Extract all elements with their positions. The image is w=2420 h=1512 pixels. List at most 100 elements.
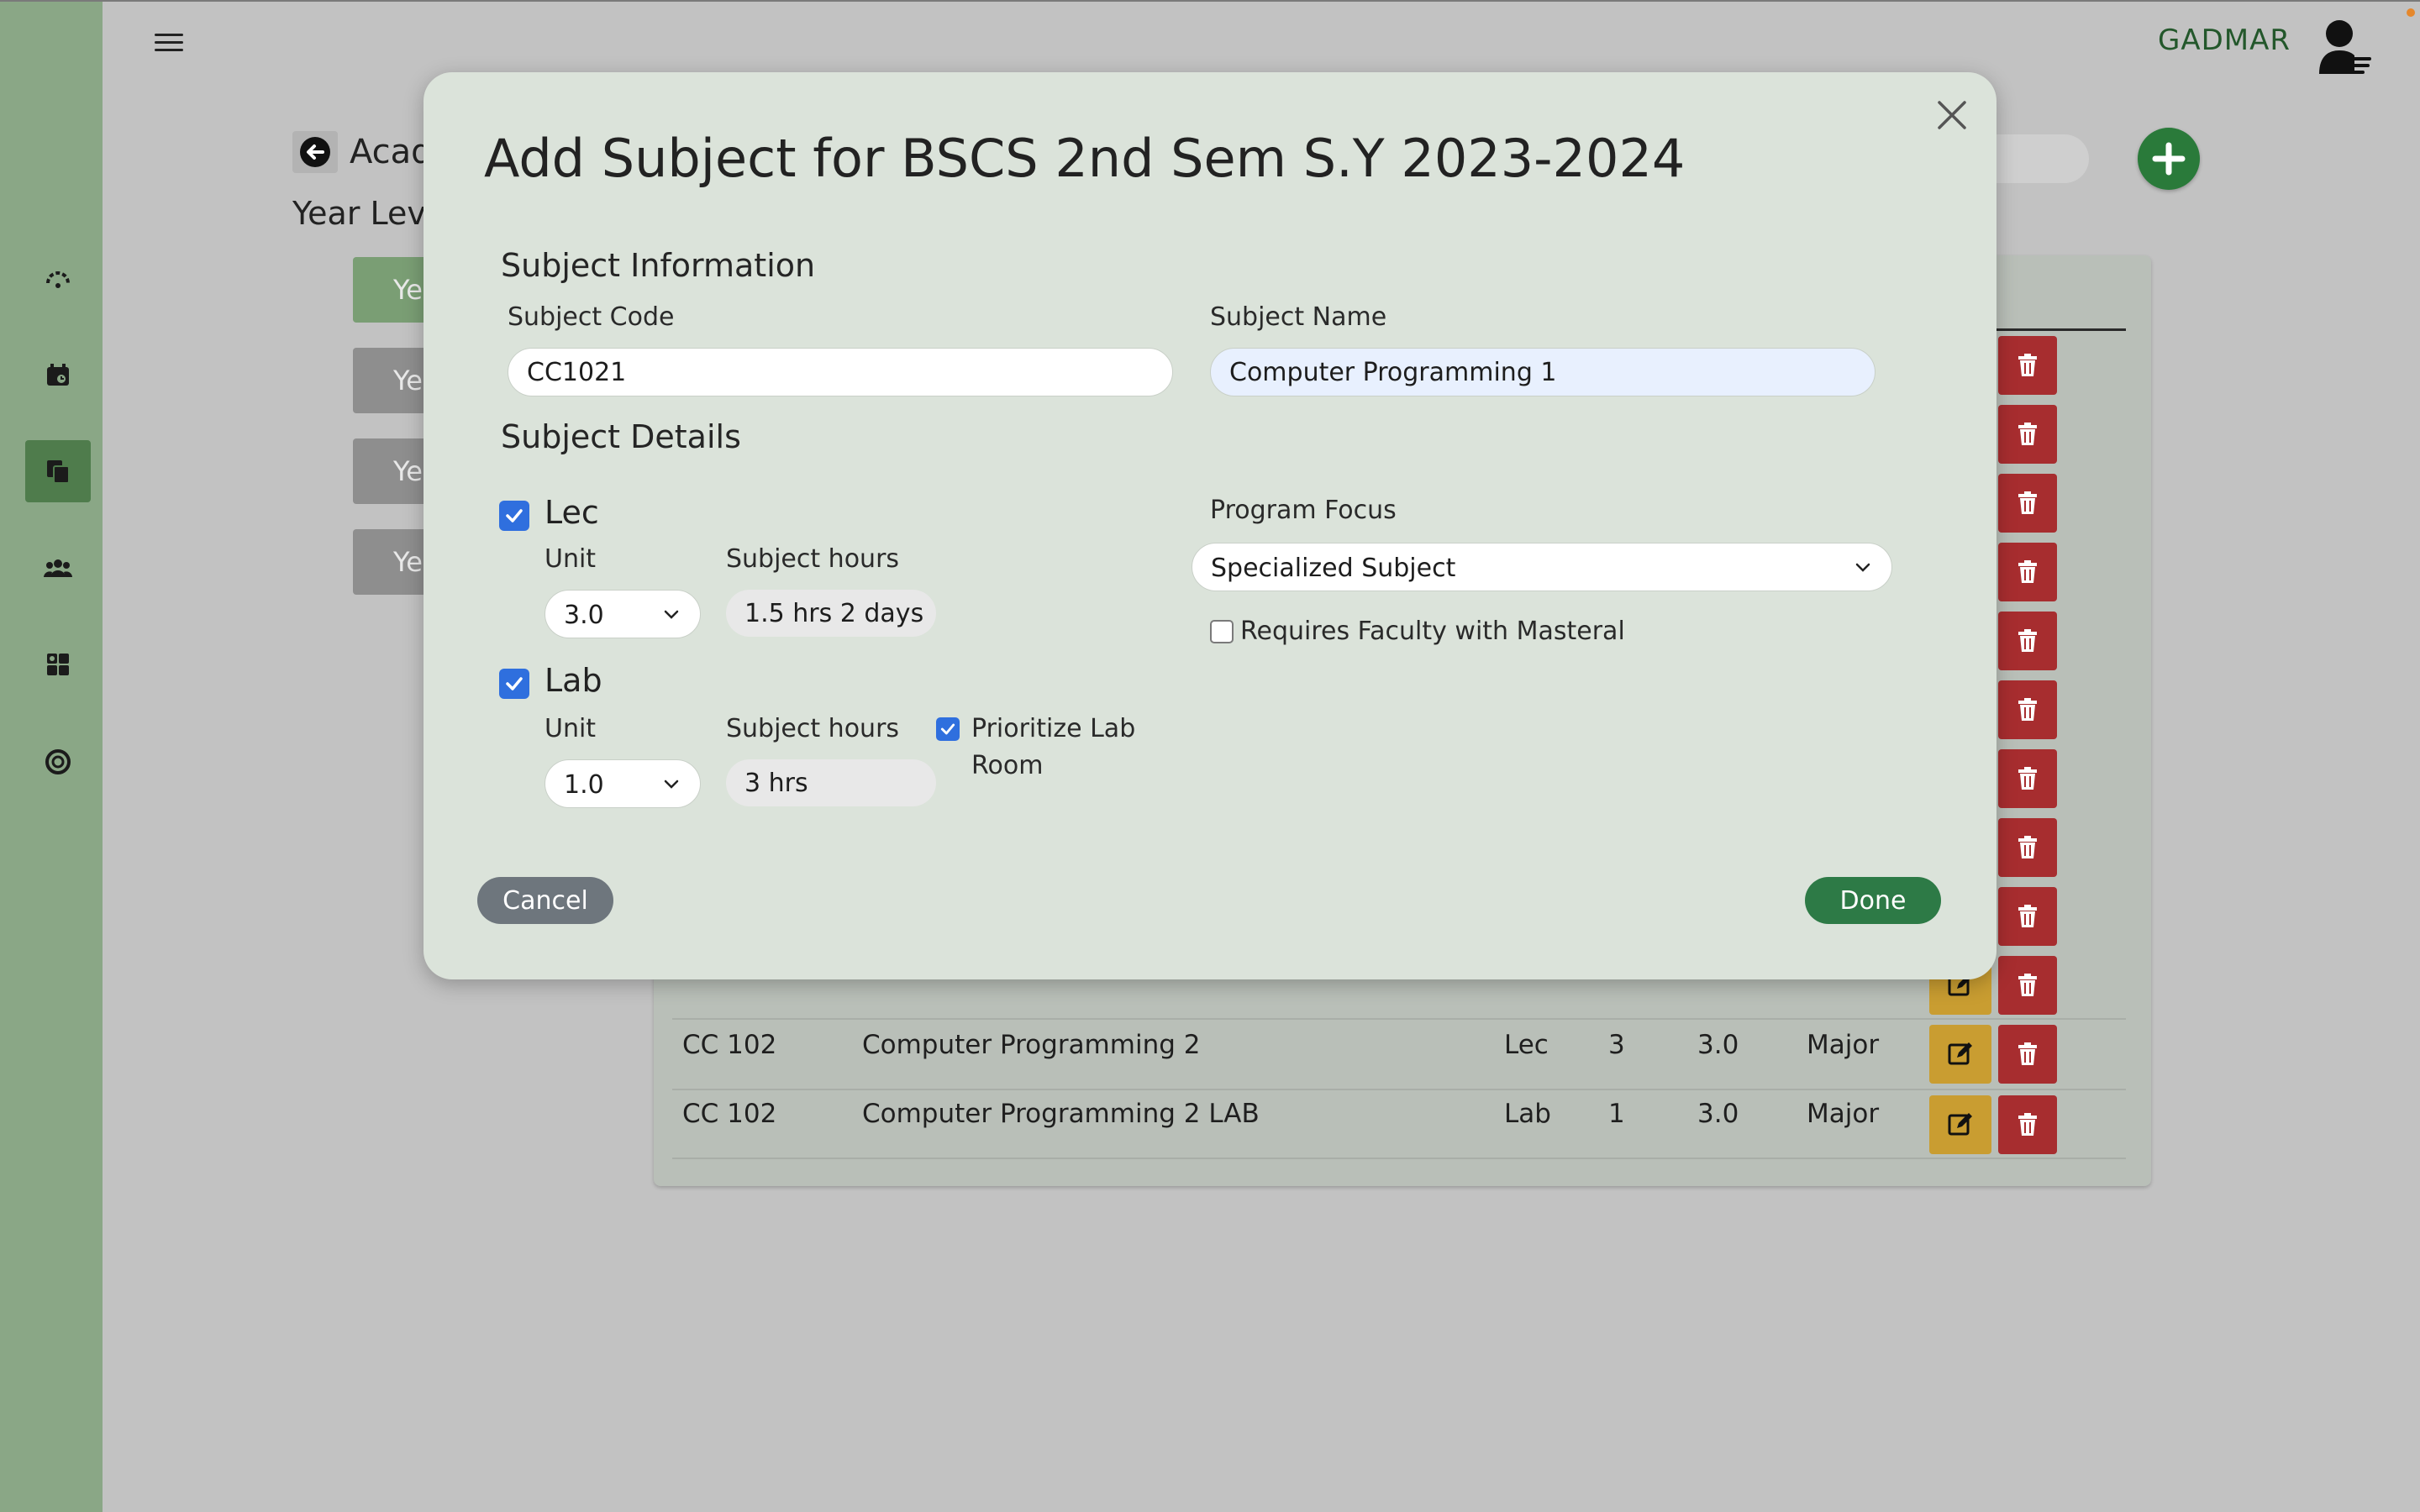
requires-masteral-checkbox[interactable] bbox=[1210, 620, 1234, 643]
back-button[interactable] bbox=[292, 131, 338, 173]
lec-unit-select[interactable]: 3.0 bbox=[544, 590, 701, 638]
section-subject-information: Subject Information bbox=[501, 247, 816, 284]
trash-icon bbox=[2018, 974, 2037, 996]
chevron-down-icon bbox=[1855, 563, 1870, 572]
edit-icon bbox=[1948, 1113, 1972, 1136]
close-icon[interactable] bbox=[1933, 96, 1971, 134]
add-subject-button[interactable] bbox=[2138, 128, 2200, 190]
lab-unit-value: 1.0 bbox=[564, 770, 604, 800]
edit-button[interactable] bbox=[1929, 1025, 1991, 1084]
delete-button[interactable] bbox=[1998, 612, 2057, 670]
trash-icon bbox=[2018, 560, 2037, 583]
row-divider bbox=[672, 1018, 2126, 1020]
program-focus-select[interactable]: Specialized Subject bbox=[1192, 543, 1892, 591]
delete-button[interactable] bbox=[1998, 680, 2057, 739]
cell-code: CC 102 bbox=[682, 1030, 777, 1060]
sidebar-item-dashboard[interactable] bbox=[25, 247, 91, 309]
delete-button[interactable] bbox=[1998, 1025, 2057, 1084]
lec-unit-value: 3.0 bbox=[564, 601, 604, 630]
delete-button[interactable] bbox=[1998, 1095, 2057, 1154]
lab-unit-label: Unit bbox=[544, 714, 597, 743]
lec-label: Lec bbox=[544, 494, 599, 531]
arrow-left-icon bbox=[300, 137, 330, 167]
lab-unit-select[interactable]: 1.0 bbox=[544, 759, 701, 808]
cell-type: Lab bbox=[1504, 1099, 1551, 1129]
lab-hours-field[interactable]: 3 hrs bbox=[726, 759, 936, 806]
lec-hours-field[interactable]: 1.5 hrs 2 days bbox=[726, 590, 936, 637]
delete-button[interactable] bbox=[1998, 336, 2057, 395]
checkmark-icon bbox=[506, 509, 523, 522]
sidebar bbox=[0, 0, 103, 1512]
lab-hours-label: Subject hours bbox=[726, 714, 900, 743]
trash-icon bbox=[2018, 423, 2037, 445]
delete-button[interactable] bbox=[1998, 749, 2057, 808]
cell-name: Computer Programming 2 LAB bbox=[862, 1099, 1260, 1129]
cell-units: 3 bbox=[1608, 1030, 1625, 1060]
checkmark-icon bbox=[506, 677, 523, 690]
sidebar-item-settings[interactable] bbox=[25, 731, 91, 793]
lab-checkbox[interactable] bbox=[499, 669, 529, 699]
cell-type: Lec bbox=[1504, 1030, 1549, 1060]
top-border bbox=[0, 0, 2420, 2]
sidebar-item-subjects[interactable] bbox=[25, 440, 91, 502]
cancel-button[interactable]: Cancel bbox=[477, 877, 613, 924]
delete-button[interactable] bbox=[1998, 405, 2057, 464]
section-subject-details: Subject Details bbox=[501, 418, 741, 455]
delete-button[interactable] bbox=[1998, 956, 2057, 1015]
lec-checkbox[interactable] bbox=[499, 501, 529, 531]
year-level-title: Year Leve bbox=[292, 195, 446, 232]
program-focus-label: Program Focus bbox=[1210, 496, 1397, 525]
cell-category: Major bbox=[1807, 1099, 1880, 1129]
trash-icon bbox=[2018, 629, 2037, 652]
add-subject-modal bbox=[424, 72, 1996, 979]
trash-icon bbox=[2018, 1113, 2037, 1136]
cell-name: Computer Programming 2 bbox=[862, 1030, 1201, 1060]
subject-code-label: Subject Code bbox=[508, 302, 675, 332]
sidebar-item-faculty[interactable] bbox=[25, 538, 91, 600]
edit-button[interactable] bbox=[1929, 1095, 1991, 1154]
dashboard-gauge-icon bbox=[46, 271, 70, 288]
users-group-icon bbox=[44, 559, 72, 577]
hamburger-menu-icon[interactable] bbox=[155, 30, 183, 54]
delete-button[interactable] bbox=[1998, 474, 2057, 533]
calendar-schedule-icon bbox=[47, 364, 69, 386]
delete-button[interactable] bbox=[1998, 887, 2057, 946]
plus-icon bbox=[2152, 142, 2186, 176]
rooms-icon bbox=[47, 654, 69, 675]
trash-icon bbox=[2018, 354, 2037, 376]
prioritize-lab-room-checkbox[interactable] bbox=[936, 717, 960, 741]
user-avatar-icon[interactable] bbox=[2316, 18, 2373, 77]
program-focus-value: Specialized Subject bbox=[1211, 554, 1456, 583]
trash-icon bbox=[2018, 1042, 2037, 1065]
cell-code: CC 102 bbox=[682, 1099, 777, 1129]
sidebar-item-rooms[interactable] bbox=[25, 633, 91, 696]
documents-files-icon bbox=[47, 460, 70, 484]
delete-button[interactable] bbox=[1998, 543, 2057, 601]
modal-title: Add Subject for BSCS 2nd Sem S.Y 2023-20… bbox=[484, 128, 1686, 189]
page-breadcrumb: Acad bbox=[350, 133, 433, 171]
brand-name: GADMAR bbox=[2158, 24, 2291, 57]
trash-icon bbox=[2018, 698, 2037, 721]
done-button[interactable]: Done bbox=[1805, 877, 1941, 924]
trash-icon bbox=[2018, 905, 2037, 927]
cell-credit: 3.0 bbox=[1697, 1099, 1739, 1129]
prioritize-label-line2: Room bbox=[971, 751, 1044, 780]
trash-icon bbox=[2018, 767, 2037, 790]
prioritize-lab-room-label: Prioritize Lab Room bbox=[971, 711, 1135, 785]
lec-unit-label: Unit bbox=[544, 544, 597, 574]
checkmark-icon bbox=[940, 723, 955, 735]
row-divider bbox=[672, 1158, 2126, 1159]
trash-icon bbox=[2018, 491, 2037, 514]
cell-units: 1 bbox=[1608, 1099, 1625, 1129]
subject-name-input[interactable] bbox=[1210, 348, 1876, 396]
row-divider bbox=[672, 1089, 2126, 1090]
prioritize-label-line1: Prioritize Lab bbox=[971, 714, 1136, 743]
subject-code-input[interactable] bbox=[508, 348, 1173, 396]
sidebar-item-schedule[interactable] bbox=[25, 344, 91, 407]
chevron-down-icon bbox=[664, 780, 679, 789]
chevron-down-icon bbox=[664, 610, 679, 619]
subject-name-label: Subject Name bbox=[1210, 302, 1387, 332]
notification-dot bbox=[2407, 8, 2415, 17]
column-header-action: n bbox=[1978, 287, 2126, 331]
delete-button[interactable] bbox=[1998, 818, 2057, 877]
